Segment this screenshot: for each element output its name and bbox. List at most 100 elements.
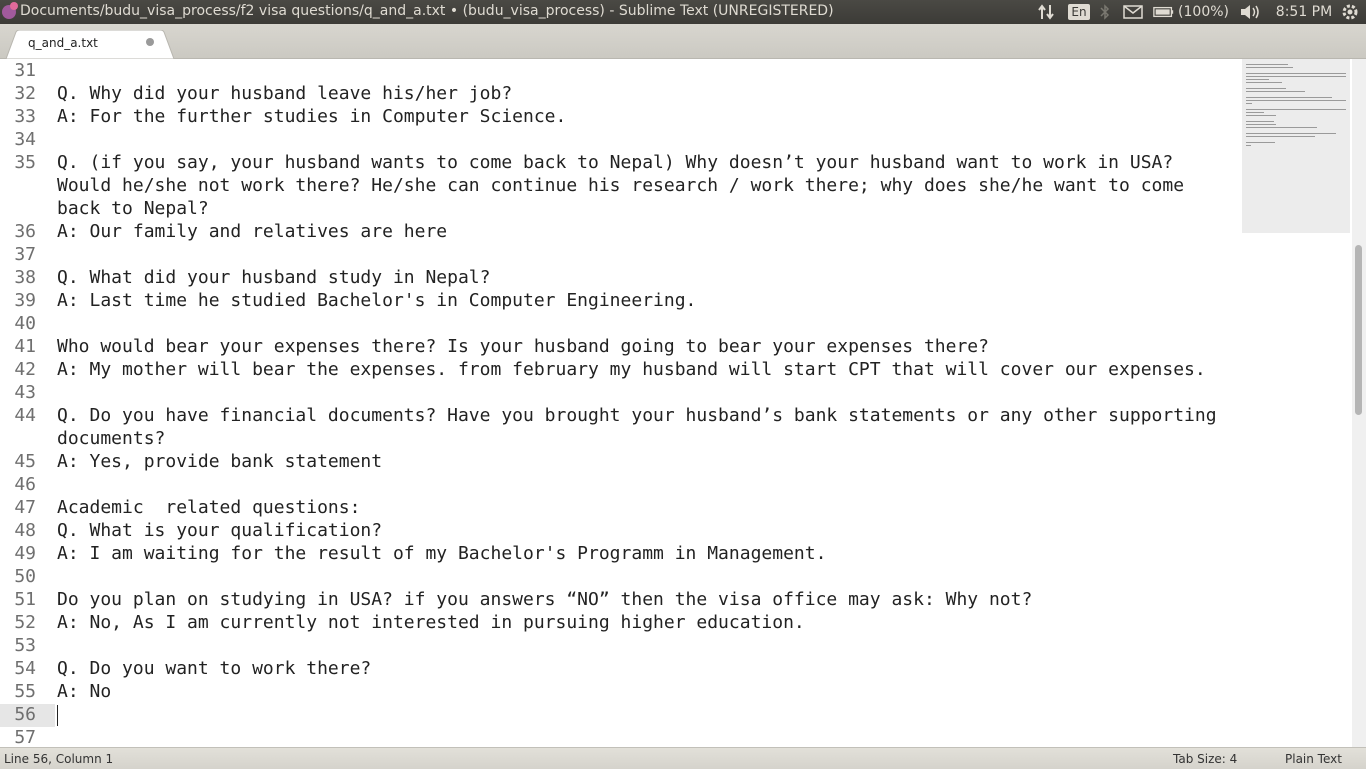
line-number: 36 (14, 221, 36, 242)
minimap-line (1246, 88, 1286, 89)
line-text[interactable]: Academic related questions: (57, 496, 1237, 519)
editor-line[interactable]: 54 Q. Do you want to work there? (0, 657, 1240, 680)
cursor-position: Line 56, Column 1 (4, 752, 114, 766)
editor-line[interactable]: 36 A: Our family and relatives are here (0, 220, 1240, 243)
minimap-line (1246, 64, 1288, 65)
minimap-line (1246, 124, 1276, 125)
keyboard-layout-indicator[interactable]: En (1068, 0, 1090, 24)
line-text[interactable]: Q. Do you want to work there? (57, 657, 1237, 680)
line-number: 37 (14, 244, 36, 265)
editor-line[interactable]: 37 (0, 243, 1240, 266)
editor-line[interactable]: 34 (0, 128, 1240, 151)
editor-line[interactable]: 41 Who would bear your expenses there? Is… (0, 335, 1240, 358)
editor-line[interactable]: 39 A: Last time he studied Bachelor's in … (0, 289, 1240, 312)
tab-label: q_and_a.txt (28, 36, 98, 50)
line-number: 51 (14, 589, 36, 610)
editor[interactable]: 31 32 Q. Why did your husband leave his/he… (0, 59, 1366, 747)
line-text[interactable]: A: My mother will bear the expenses. fro… (57, 358, 1237, 381)
editor-line[interactable]: 53 (0, 634, 1240, 657)
text-caret (57, 705, 58, 726)
editor-line[interactable]: 52 A: No, As I am currently not intereste… (0, 611, 1240, 634)
scrollbar-thumb[interactable] (1355, 245, 1362, 415)
status-bar: Line 56, Column 1 Tab Size: 4 Plain Text (0, 747, 1366, 769)
line-text[interactable]: Q. What did your husband study in Nepal? (57, 266, 1237, 289)
unsaved-dot-icon[interactable] (146, 38, 154, 46)
tab-size-selector[interactable]: Tab Size: 4 (1173, 752, 1237, 766)
editor-line[interactable]: 51 Do you plan on studying in USA? if you… (0, 588, 1240, 611)
clock[interactable]: 8:51 PM (1274, 0, 1334, 24)
editor-line[interactable]: 43 (0, 381, 1240, 404)
minimap-line (1246, 79, 1269, 80)
editor-line[interactable]: 57 (0, 726, 1240, 747)
line-text[interactable]: Q. Do you have financial documents? Have… (57, 404, 1237, 450)
line-number: 53 (14, 635, 36, 656)
network-icon[interactable] (1036, 0, 1056, 24)
minimap-viewport[interactable] (1242, 59, 1350, 233)
line-number: 43 (14, 382, 36, 403)
line-number: 32 (14, 83, 36, 104)
minimap[interactable] (1242, 59, 1350, 747)
line-number: 57 (14, 727, 36, 747)
line-number: 45 (14, 451, 36, 472)
line-text[interactable]: Q. What is your qualification? (57, 519, 1237, 542)
editor-line[interactable]: 55 A: No (0, 680, 1240, 703)
line-text[interactable]: A: Yes, provide bank statement (57, 450, 1237, 473)
line-text[interactable]: A: Our family and relatives are here (57, 220, 1237, 243)
editor-line[interactable]: 38 Q. What did your husband study in Nepa… (0, 266, 1240, 289)
syntax-selector[interactable]: Plain Text (1285, 752, 1342, 766)
mail-icon[interactable] (1122, 0, 1144, 24)
editor-line[interactable]: 56 (0, 703, 1240, 726)
app-icon[interactable] (1, 2, 19, 20)
line-number: 47 (14, 497, 36, 518)
line-number: 31 (14, 60, 36, 81)
editor-line[interactable]: 48 Q. What is your qualification? (0, 519, 1240, 542)
tab-q-and-a[interactable]: q_and_a.txt (6, 30, 174, 59)
editor-line[interactable]: 31 (0, 59, 1240, 82)
editor-line[interactable]: 32 Q. Why did your husband leave his/her … (0, 82, 1240, 105)
line-text[interactable]: Who would bear your expenses there? Is y… (57, 335, 1237, 358)
editor-line[interactable]: 35 Q. (if you say, your husband wants to … (0, 151, 1240, 220)
minimap-line (1246, 109, 1346, 110)
editor-line[interactable]: 40 (0, 312, 1240, 335)
line-text[interactable]: A: Last time he studied Bachelor's in Co… (57, 289, 1237, 312)
editor-line[interactable]: 45 A: Yes, provide bank statement (0, 450, 1240, 473)
line-number: 42 (14, 359, 36, 380)
line-text[interactable]: A: No (57, 680, 1237, 703)
minimap-line (1246, 103, 1252, 104)
line-text[interactable]: A: No, As I am currently not interested … (57, 611, 1237, 634)
line-number: 50 (14, 566, 36, 587)
line-number: 33 (14, 106, 36, 127)
volume-icon[interactable] (1238, 0, 1262, 24)
line-number: 54 (14, 658, 36, 679)
line-number: 44 (14, 405, 36, 426)
editor-line[interactable]: 33 A: For the further studies in Computer… (0, 105, 1240, 128)
minimap-line (1246, 67, 1293, 68)
editor-line[interactable]: 50 (0, 565, 1240, 588)
editor-line[interactable]: 49 A: I am waiting for the result of my B… (0, 542, 1240, 565)
minimap-line (1246, 97, 1332, 98)
line-text[interactable]: Do you plan on studying in USA? if you a… (57, 588, 1237, 611)
line-text[interactable]: A: I am waiting for the result of my Bac… (57, 542, 1237, 565)
line-number: 49 (14, 543, 36, 564)
minimap-line (1246, 145, 1251, 146)
editor-line[interactable]: 47 Academic related questions: (0, 496, 1240, 519)
editor-line[interactable]: 42 A: My mother will bear the expenses. f… (0, 358, 1240, 381)
minimap-line (1246, 82, 1282, 83)
editor-line[interactable]: 46 (0, 473, 1240, 496)
line-text[interactable]: Q. Why did your husband leave his/her jo… (57, 82, 1237, 105)
top-panel: Documents/budu_visa_process/f2 visa ques… (0, 0, 1366, 24)
battery-indicator[interactable]: (100%) (1153, 0, 1229, 24)
editor-line[interactable]: 44 Q. Do you have financial documents? Ha… (0, 404, 1240, 450)
line-number: 55 (14, 681, 36, 702)
line-text[interactable]: Q. (if you say, your husband wants to co… (57, 151, 1237, 220)
bluetooth-icon[interactable] (1097, 0, 1113, 24)
vertical-scrollbar[interactable] (1352, 59, 1366, 747)
line-text[interactable]: A: For the further studies in Computer S… (57, 105, 1237, 128)
line-number: 35 (14, 152, 36, 173)
minimap-line (1246, 133, 1336, 134)
tab-bar: q_and_a.txt (0, 24, 1366, 59)
battery-icon (1153, 6, 1174, 18)
minimap-line (1246, 91, 1305, 92)
line-number: 41 (14, 336, 36, 357)
gear-icon[interactable] (1338, 0, 1362, 24)
